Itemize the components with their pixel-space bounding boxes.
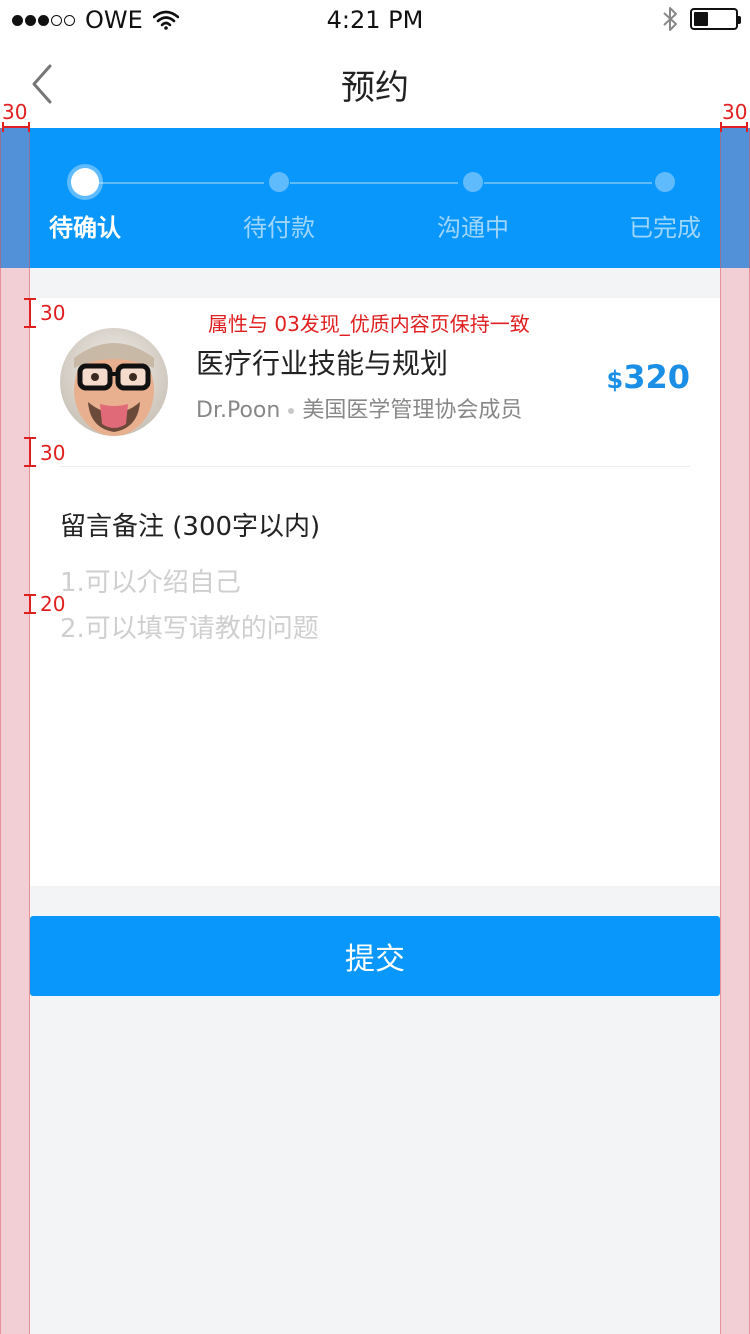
memo-title: 留言备注 (300字以内)	[60, 512, 321, 542]
step-node	[463, 172, 483, 192]
expert-avatar-image	[60, 328, 168, 436]
annotation-marker	[24, 298, 36, 328]
status-right	[662, 6, 741, 32]
margin-guide-right	[720, 128, 750, 1334]
expert-info: Dr.Poon 美国医学管理协会成员	[196, 392, 522, 424]
annotation-marker	[2, 122, 30, 132]
progress-stepper: 待确认 待付款 沟通中 已完成	[0, 128, 750, 268]
annotation-divider-gap: 30	[40, 441, 66, 465]
annotation-margin-left: 30	[2, 100, 28, 124]
step-connector	[484, 182, 652, 184]
memo-textarea[interactable]	[60, 560, 690, 860]
annotation-line-gap: 20	[40, 592, 66, 616]
step-label-confirm: 待确认	[49, 214, 121, 242]
avatar[interactable]	[60, 328, 168, 436]
divider	[60, 466, 690, 467]
step-label-payment: 待付款	[243, 214, 315, 242]
page-title: 预约	[341, 68, 409, 108]
annotation-marker	[720, 122, 748, 132]
annotation-marker	[24, 437, 36, 467]
status-time: 4:21 PM	[326, 6, 424, 34]
service-title: 医疗行业技能与规划	[196, 347, 449, 380]
step-node	[269, 172, 289, 192]
annotation-note: 属性与 03发现_优质内容页保持一致	[208, 312, 530, 336]
bluetooth-icon	[663, 7, 677, 31]
submit-button[interactable]: 提交	[30, 916, 720, 996]
expert-title: 美国医学管理协会成员	[302, 398, 523, 423]
step-connector	[96, 182, 264, 184]
status-bar: OWE 4:21 PM	[0, 0, 750, 40]
step-connector	[290, 182, 458, 184]
nav-bar: 预约	[0, 40, 750, 128]
annotation-margin-right: 30	[722, 100, 748, 124]
price: $320	[607, 358, 691, 396]
battery-icon	[690, 8, 741, 30]
step-label-communicating: 沟通中	[437, 214, 509, 242]
step-node	[655, 172, 675, 192]
expert-name: Dr.Poon	[196, 398, 281, 423]
price-currency: $	[606, 366, 624, 394]
separator-dot	[288, 408, 295, 414]
step-node-active	[71, 168, 99, 196]
battery-level	[694, 12, 708, 26]
annotation-marker	[24, 594, 36, 614]
price-amount: 320	[623, 358, 690, 396]
annotation-card-gap: 30	[40, 301, 66, 325]
step-label-completed: 已完成	[629, 214, 701, 242]
appointment-card: 医疗行业技能与规划 Dr.Poon 美国医学管理协会成员 $320 留言备注 (3…	[30, 298, 720, 886]
